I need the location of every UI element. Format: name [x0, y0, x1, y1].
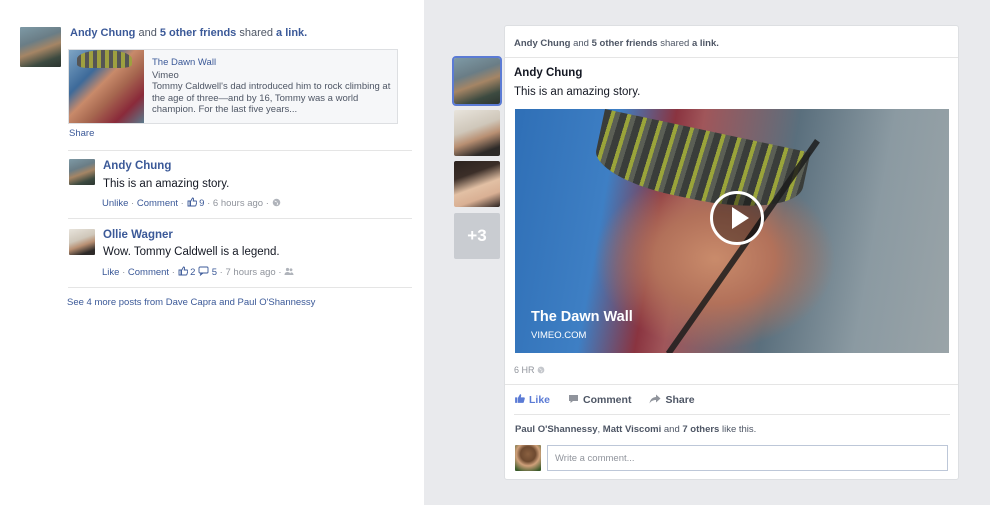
friend-thumbnail-selected[interactable]	[452, 56, 502, 106]
like-button[interactable]: Like	[514, 393, 550, 407]
divider	[514, 414, 950, 415]
divider	[68, 218, 412, 219]
avatar[interactable]	[20, 27, 61, 67]
header-text: and	[573, 38, 589, 49]
thumbs-up-icon	[178, 266, 188, 279]
likes-summary: Paul O'Shannessy, Matt Viscomi and 7 oth…	[515, 424, 756, 435]
likes-text: and	[663, 424, 680, 435]
play-button[interactable]	[710, 191, 764, 245]
friends-icon	[284, 267, 294, 279]
divider	[68, 150, 412, 151]
comment-author[interactable]: Ollie Wagner	[103, 229, 173, 241]
comment-label: Comment	[583, 394, 632, 406]
like-link[interactable]: Like	[102, 267, 119, 278]
post-author[interactable]: Andy Chung	[514, 67, 582, 79]
globe-icon	[272, 198, 281, 210]
likes-text: like this.	[721, 424, 757, 435]
post-time-label: 6 HR	[514, 365, 535, 375]
comment-text: This is an amazing story.	[103, 178, 230, 190]
liker-link[interactable]: Matt Viscomi	[603, 424, 661, 435]
comment-text: Wow. Tommy Caldwell is a legend.	[103, 246, 280, 258]
comment-author[interactable]: Andy Chung	[103, 160, 171, 172]
actor-link[interactable]: Andy Chung	[70, 27, 135, 39]
video-frame-detail	[590, 109, 811, 222]
others-link[interactable]: 5 other friends	[592, 38, 658, 49]
thumbs-up-icon	[187, 197, 197, 210]
comment-time[interactable]: 6 hours ago	[213, 198, 263, 209]
object-link[interactable]: a link.	[692, 38, 719, 49]
like-count[interactable]: 2	[190, 267, 195, 278]
share-label: Share	[665, 394, 695, 406]
liker-link[interactable]: Paul O'Shannessy	[515, 424, 598, 435]
like-count[interactable]: 9	[199, 198, 204, 209]
comment-time[interactable]: 7 hours ago	[226, 267, 276, 278]
comment-link[interactable]: Comment	[137, 198, 178, 209]
object-link[interactable]: a link.	[276, 27, 307, 39]
see-more-posts-link[interactable]: See 4 more posts from Dave Capra and Pau…	[67, 297, 315, 308]
unlike-link[interactable]: Unlike	[102, 198, 128, 209]
story-header: Andy Chung and 5 other friends shared a …	[514, 38, 719, 49]
post-time[interactable]: 6 HR	[514, 365, 545, 376]
friend-thumbnail[interactable]	[454, 110, 500, 156]
others-link[interactable]: 5 other friends	[160, 27, 236, 39]
more-friends-thumbnail[interactable]: +3	[454, 213, 500, 259]
comment-meta: Unlike · Comment · 9 · 6 hours ago ·	[102, 197, 281, 210]
like-label: Like	[529, 394, 551, 406]
other-likers-link[interactable]: 7 others	[682, 424, 719, 435]
share-button[interactable]: Share	[649, 393, 695, 407]
globe-icon	[537, 366, 545, 376]
header-text: shared	[660, 38, 690, 49]
link-thumbnail[interactable]	[69, 50, 144, 123]
shared-link-attachment[interactable]: The Dawn Wall Vimeo Tommy Caldwell's dad…	[68, 49, 398, 124]
story-header: Andy Chung and 5 other friends shared a …	[70, 27, 307, 39]
video-title[interactable]: The Dawn Wall	[531, 309, 633, 325]
divider	[505, 384, 958, 385]
video-source[interactable]: VIMEO.COM	[531, 330, 586, 341]
link-description: Tommy Caldwell's dad introduced him to r…	[152, 81, 391, 115]
feed-panel: Andy Chung and 5 other friends shared a …	[0, 0, 424, 505]
divider	[68, 287, 412, 288]
avatar[interactable]	[69, 229, 95, 255]
thumbs-up-icon	[514, 393, 525, 407]
comment-link[interactable]: Comment	[128, 267, 169, 278]
action-bar: Like Comment Share	[514, 393, 695, 407]
video-player[interactable]: The Dawn Wall VIMEO.COM	[515, 109, 949, 353]
share-arrow-icon	[649, 394, 661, 407]
link-title[interactable]: The Dawn Wall	[152, 57, 392, 69]
comment-meta: Like · Comment · 2 5 · 7 hours ago ·	[102, 266, 294, 279]
actor-link[interactable]: Andy Chung	[514, 38, 570, 49]
likes-text: ,	[597, 424, 601, 435]
comment-icon	[568, 394, 579, 407]
header-text: shared	[239, 27, 273, 39]
reply-bubble-icon	[198, 266, 209, 279]
story-card: Andy Chung and 5 other friends shared a …	[504, 25, 959, 480]
avatar	[515, 445, 541, 471]
comment-input[interactable]: Write a comment...	[547, 445, 948, 471]
post-text: This is an amazing story.	[514, 86, 641, 98]
friend-thumbnail[interactable]	[454, 161, 500, 207]
divider	[505, 57, 958, 58]
reply-count[interactable]: 5	[212, 267, 217, 278]
header-text: and	[138, 27, 157, 39]
avatar[interactable]	[69, 159, 95, 185]
comment-button[interactable]: Comment	[568, 393, 631, 407]
share-link[interactable]: Share	[69, 128, 94, 139]
link-source: Vimeo	[152, 69, 179, 81]
